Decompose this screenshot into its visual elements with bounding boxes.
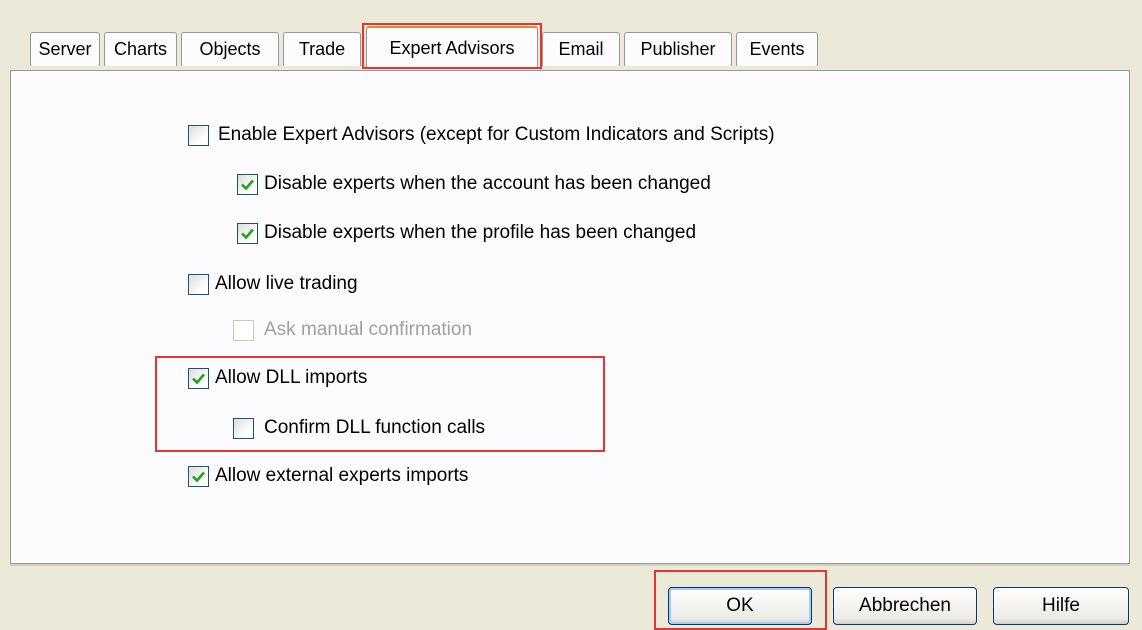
option-confirm-dll-calls[interactable]: Confirm DLL function calls — [233, 414, 485, 442]
option-enable-experts[interactable]: Enable Expert Advisors (except for Custo… — [188, 121, 775, 149]
checkmark-icon — [241, 179, 254, 190]
checkmark-icon — [192, 471, 205, 482]
option-disable-on-profile-change[interactable]: Disable experts when the profile has bee… — [237, 219, 696, 247]
checkmark-icon — [241, 228, 254, 239]
tab-charts[interactable]: Charts — [104, 32, 177, 66]
checkmark-icon — [192, 373, 205, 384]
allow-live-trading-checkbox[interactable] — [188, 273, 209, 295]
option-allow-live-trading[interactable]: Allow live trading — [188, 270, 358, 298]
tab-expert-advisors[interactable]: Expert Advisors — [366, 26, 538, 69]
tab-server[interactable]: Server — [30, 32, 100, 66]
allow-live-trading-label: Allow live trading — [215, 273, 358, 294]
disable-on-account-change-label: Disable experts when the account has bee… — [264, 173, 711, 194]
tab-events[interactable]: Events — [736, 32, 818, 66]
confirm-dll-calls-label: Confirm DLL function calls — [264, 417, 486, 438]
tab-objects[interactable]: Objects — [181, 32, 279, 66]
ask-manual-confirmation-label: Ask manual confirmation — [264, 319, 473, 340]
ask-manual-confirmation-checkbox — [233, 319, 254, 341]
option-disable-on-account-change[interactable]: Disable experts when the account has bee… — [237, 170, 711, 198]
option-allow-dll-imports[interactable]: Allow DLL imports — [188, 364, 367, 392]
enable-experts-label: Enable Expert Advisors (except for Custo… — [218, 124, 775, 145]
allow-dll-imports-checkbox[interactable] — [188, 367, 209, 389]
disable-on-account-change-checkbox[interactable] — [237, 173, 258, 195]
disable-on-profile-change-checkbox[interactable] — [237, 222, 258, 244]
ok-button[interactable]: OK — [668, 587, 812, 625]
tab-trade[interactable]: Trade — [283, 32, 361, 66]
cancel-button[interactable]: Abbrechen — [833, 587, 977, 625]
allow-dll-imports-label: Allow DLL imports — [215, 367, 368, 388]
allow-external-imports-label: Allow external experts imports — [215, 465, 469, 486]
tab-publisher[interactable]: Publisher — [624, 32, 732, 66]
allow-external-imports-checkbox[interactable] — [188, 465, 209, 487]
tab-email[interactable]: Email — [542, 32, 620, 66]
option-ask-manual-confirmation: Ask manual confirmation — [233, 316, 472, 344]
option-allow-external-imports[interactable]: Allow external experts imports — [188, 462, 468, 490]
confirm-dll-calls-checkbox[interactable] — [233, 417, 254, 439]
disable-on-profile-change-label: Disable experts when the profile has bee… — [264, 222, 697, 243]
enable-experts-checkbox[interactable] — [188, 124, 209, 146]
help-button[interactable]: Hilfe — [993, 587, 1129, 625]
